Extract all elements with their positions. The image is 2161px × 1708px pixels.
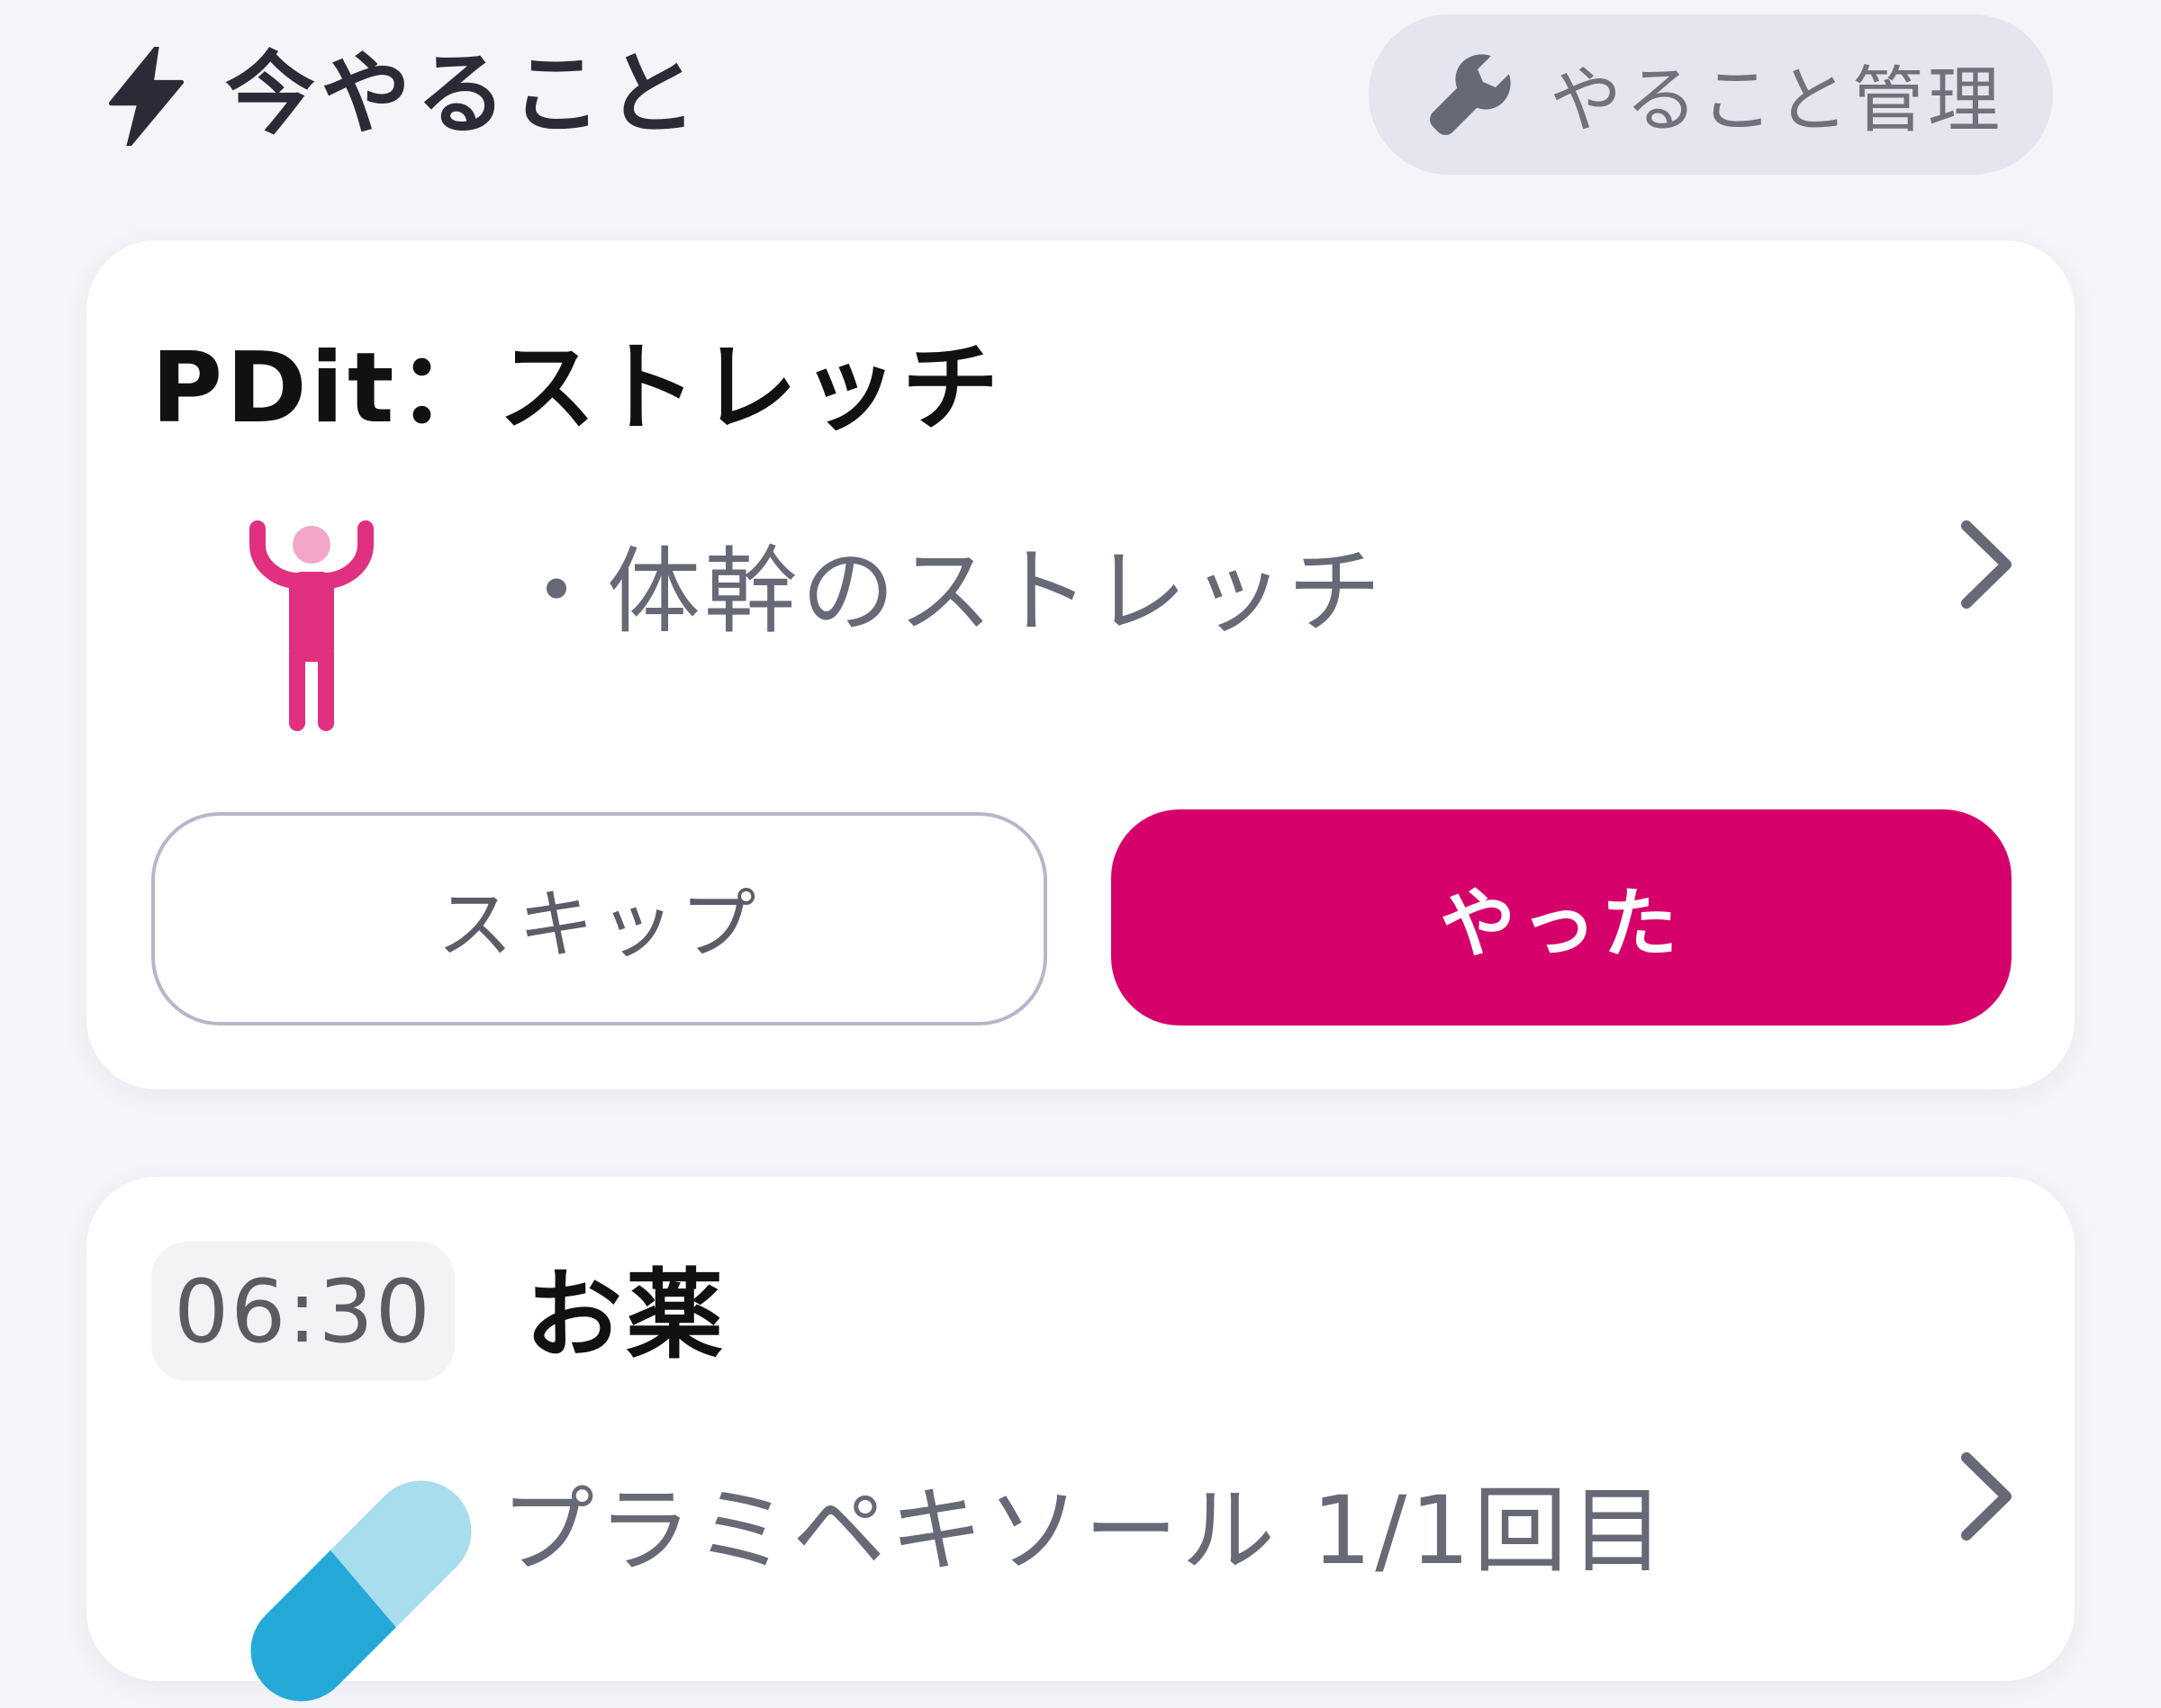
person-stretch-icon xyxy=(249,520,374,731)
done-button[interactable]: やった xyxy=(1111,809,2012,1026)
task-card-stretch: PDit：ストレッチ ・体幹のストレッチ スキップ やった xyxy=(86,240,2075,1089)
chevron-right-icon[interactable] xyxy=(1950,515,2022,614)
manage-tasks-label: やること管理 xyxy=(1550,59,2003,142)
lightning-icon xyxy=(108,47,185,146)
wrench-icon xyxy=(1430,54,1511,135)
task-item-text[interactable]: プラミペキソール 1/1回目 xyxy=(501,1463,1668,1598)
task-item-text[interactable]: ・体幹のストレッチ xyxy=(510,524,1385,659)
pill-capsule-icon xyxy=(231,1474,492,1708)
page-title: 今やること xyxy=(225,41,702,147)
task-card-medicine: 06:30 お薬 プラミペキソール 1/1回目 xyxy=(86,1177,2075,1708)
time-badge: 06:30 xyxy=(151,1242,455,1381)
chevron-right-icon[interactable] xyxy=(1950,1447,2022,1546)
card-title: PDit：ストレッチ xyxy=(151,332,1003,445)
manage-tasks-button[interactable]: やること管理 xyxy=(1369,14,2053,175)
skip-button[interactable]: スキップ xyxy=(151,812,1047,1026)
card-title: お薬 xyxy=(525,1260,728,1372)
